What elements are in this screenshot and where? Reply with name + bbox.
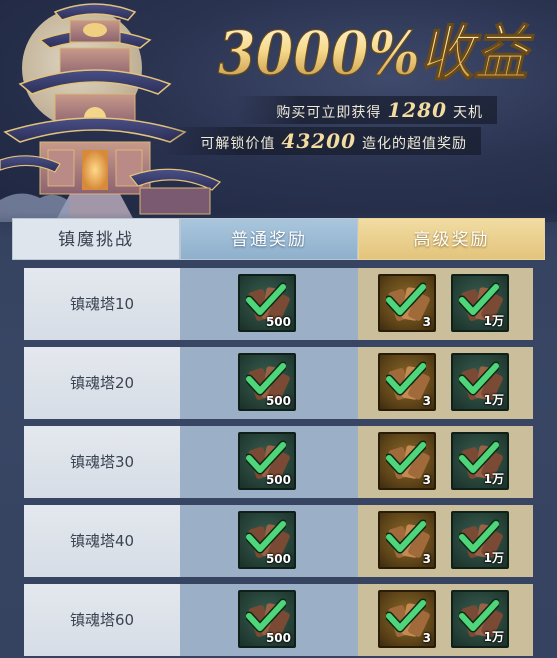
reward-quantity: 1万	[483, 630, 504, 644]
checkmark-icon	[246, 519, 286, 554]
checkmark-icon	[386, 519, 426, 554]
checkmark-icon	[246, 598, 286, 633]
unlock-value-line: 可解锁价值 43200 造化的超值奖励	[160, 127, 481, 155]
premium-reward-cell: 3 1万	[358, 268, 533, 340]
unlock-value-amount: 43200	[281, 129, 356, 153]
premium-reward-cell: 3 1万	[358, 347, 533, 419]
premium-reward-item-1[interactable]: 3	[378, 432, 436, 490]
checkmark-icon	[246, 282, 286, 317]
header-challenge: 镇魔挑战	[12, 218, 180, 260]
reward-quantity: 500	[265, 631, 291, 645]
tower-level-label: 镇魂塔10	[24, 268, 180, 340]
premium-reward-cell: 3 1万	[358, 426, 533, 498]
premium-reward-item-2[interactable]: 1万	[451, 353, 509, 411]
header-normal-reward: 普通奖励	[180, 218, 358, 260]
premium-reward-item-2[interactable]: 1万	[451, 274, 509, 332]
checkmark-icon	[386, 440, 426, 475]
headline-3000-percent: 3000%收益	[217, 18, 534, 88]
normal-reward-item[interactable]: 500	[238, 353, 296, 411]
premium-reward-item-1[interactable]: 3	[378, 590, 436, 648]
tower-level-label: 镇魂塔40	[24, 505, 180, 577]
table-row: 镇魂塔40 500 3 1万	[24, 505, 533, 577]
tower-level-label: 镇魂塔60	[24, 584, 180, 656]
table-row: 镇魂塔10 500 3 1万	[24, 268, 533, 340]
reward-quantity: 3	[422, 631, 431, 645]
headline-text: 3000%收益	[218, 19, 534, 88]
reward-quantity: 500	[265, 473, 291, 487]
premium-reward-item-2[interactable]: 1万	[451, 511, 509, 569]
normal-reward-item[interactable]: 500	[238, 590, 296, 648]
pagoda-illustration	[0, 3, 222, 222]
table-row: 镇魂塔30 500 3 1万	[24, 426, 533, 498]
table-row: 镇魂塔20 500 3 1万	[24, 347, 533, 419]
normal-reward-cell: 500	[180, 426, 358, 498]
reward-quantity: 1万	[483, 472, 504, 486]
purchase-gain-amount: 1280	[387, 98, 447, 122]
premium-reward-cell: 3 1万	[358, 505, 533, 577]
premium-reward-item-2[interactable]: 1万	[451, 432, 509, 490]
checkmark-icon	[386, 361, 426, 396]
reward-quantity: 3	[422, 394, 431, 408]
reward-quantity: 3	[422, 315, 431, 329]
tower-level-label: 镇魂塔20	[24, 347, 180, 419]
checkmark-icon	[386, 282, 426, 317]
reward-quantity: 500	[265, 315, 291, 329]
checkmark-icon	[246, 440, 286, 475]
premium-reward-item-1[interactable]: 3	[378, 274, 436, 332]
normal-reward-cell: 500	[180, 347, 358, 419]
promo-banner: 3000%收益 购买可立即获得 1280 天机 可解锁价值 43200 造化的超值奖励	[0, 0, 557, 222]
checkmark-icon	[246, 361, 286, 396]
reward-quantity: 3	[422, 473, 431, 487]
tower-level-label: 镇魂塔30	[24, 426, 180, 498]
normal-reward-item[interactable]: 500	[238, 511, 296, 569]
table-row: 镇魂塔60 500 3 1万	[24, 584, 533, 656]
normal-reward-cell: 500	[180, 584, 358, 656]
premium-reward-cell: 3 1万	[358, 584, 533, 656]
reward-quantity: 1万	[483, 393, 504, 407]
reward-quantity: 1万	[483, 314, 504, 328]
reward-page: 3000%收益 购买可立即获得 1280 天机 可解锁价值 43200 造化的超值奖励 …	[0, 0, 557, 658]
reward-quantity: 500	[265, 394, 291, 408]
unlock-value-suffix: 造化的超值奖励	[362, 136, 467, 152]
reward-table-header: 镇魔挑战 普通奖励 高级奖励	[12, 218, 545, 260]
premium-reward-item-1[interactable]: 3	[378, 353, 436, 411]
reward-quantity: 500	[265, 552, 291, 566]
reward-quantity: 3	[422, 552, 431, 566]
purchase-gain-line: 购买可立即获得 1280 天机	[236, 96, 497, 124]
normal-reward-item[interactable]: 500	[238, 432, 296, 490]
premium-reward-item-2[interactable]: 1万	[451, 590, 509, 648]
premium-reward-item-1[interactable]: 3	[378, 511, 436, 569]
header-premium-reward[interactable]: 高级奖励	[358, 218, 545, 260]
normal-reward-cell: 500	[180, 505, 358, 577]
purchase-gain-prefix: 购买可立即获得	[276, 105, 382, 121]
unlock-value-prefix: 可解锁价值	[200, 136, 276, 152]
normal-reward-item[interactable]: 500	[238, 274, 296, 332]
purchase-gain-suffix: 天机	[453, 105, 483, 121]
reward-quantity: 1万	[483, 551, 504, 565]
checkmark-icon	[386, 598, 426, 633]
normal-reward-cell: 500	[180, 268, 358, 340]
